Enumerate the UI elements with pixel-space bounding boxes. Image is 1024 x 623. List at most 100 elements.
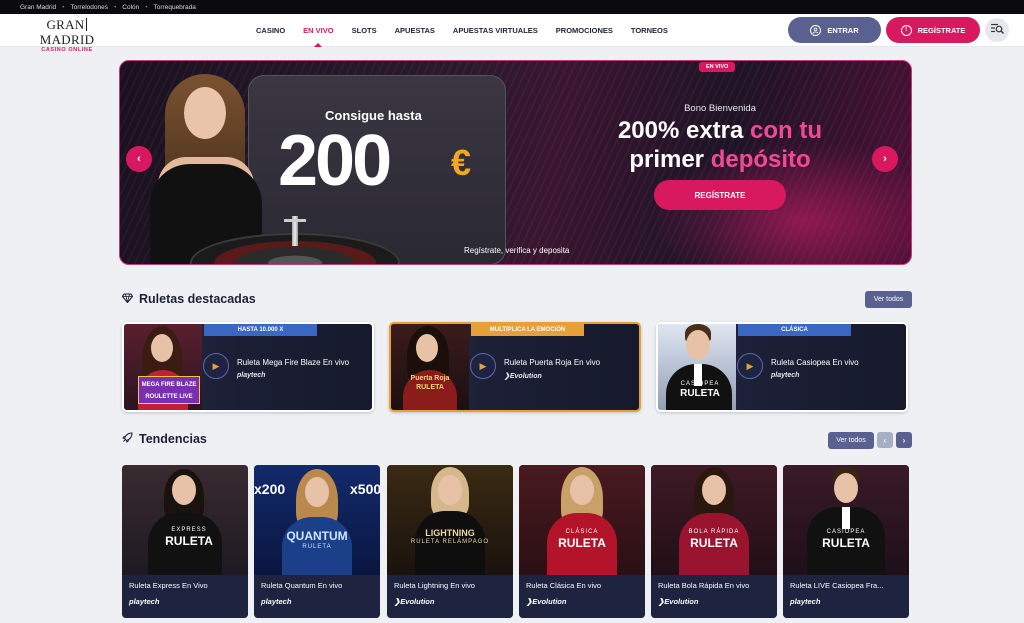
game-thumbnail: EXPRESS RULETA [122,465,248,575]
featured-game-name: Ruleta Puerta Roja En vivo [504,358,601,367]
chevron-left-icon: ‹ [883,435,887,445]
live-badge: EN VIVO [699,62,736,72]
trends-next-button[interactable]: › [896,432,912,448]
hero-next-button[interactable]: › [872,146,898,172]
nav-torneos[interactable]: TORNEOS [622,14,677,47]
quantum-ruleta-logo: QUANTUM RULETA [286,529,348,550]
nav-en-vivo[interactable]: EN VIVO [294,14,342,47]
featured-tag: HASTA 10.000 X [204,324,317,336]
hero-amount: 200 [278,121,392,201]
featured-card-casiopea[interactable]: CASIOPEA RULETA CLÁSICA ▶ Ruleta Casiopea… [656,322,908,412]
game-thumbnail: x200 x500 QUANTUM RULETA [254,465,380,575]
game-thumbnail: LIGHTNING RULETA RELÁMPAGO [387,465,513,575]
featured-card-puerta-roja[interactable]: Puerta Roja RULETA MULTIPLICA LA EMOCIÓN… [389,322,641,412]
nav-apuestas[interactable]: APUESTAS [386,14,444,47]
hero-banner[interactable]: Consigue hasta 200 € EN VIVO Bono Bienve… [119,60,912,265]
site-header: GRANMADRID CASINO ONLINE CASINO EN VIVO … [0,14,1024,53]
chevron-right-icon: › [883,153,887,165]
nav-slots[interactable]: SLOTS [343,14,386,47]
search-list-icon [990,21,1004,39]
rocket-icon [122,432,133,446]
clasica-ruleta-logo: CLÁSICA RULETA [558,529,606,550]
express-ruleta-logo: EXPRESS RULETA [165,527,213,548]
chevron-left-icon: ‹ [137,153,141,165]
hero-bono-label: Bono Bienvenida [684,103,756,114]
brand-logo[interactable]: GRANMADRID CASINO ONLINE [21,17,113,54]
hero-register-button[interactable]: REGÍSTRATE [654,180,786,210]
brand-name-right: MADRID [39,32,95,47]
provider-logo-playtech: playtech [129,597,160,606]
nav-apuestas-virtuales[interactable]: APUESTAS VIRTUALES [444,14,547,47]
trends-prev-button[interactable]: ‹ [877,432,893,448]
game-thumbnail: MEGA FIRE BLAZE ROULETTE LIVE [124,324,202,410]
casiopea-ruleta-logo: CASIOPEA RULETA [822,529,870,550]
trends-section-title: Tendencias [122,432,207,446]
provider-logo-playtech: playtech [261,597,292,606]
hero-currency: € [451,142,472,183]
hero-offer-line2: primer depósito [629,146,811,173]
featured-section-title: Ruletas destacadas [121,292,256,306]
featured-game-name: Ruleta Mega Fire Blaze En vivo [237,358,350,367]
main-nav: CASINO EN VIVO SLOTS APUESTAS APUESTAS V… [247,14,677,47]
trends-see-all-button[interactable]: Ver todos [828,432,874,449]
trend-game-name: Ruleta Bola Rápida En vivo [658,581,750,590]
register-button[interactable]: ! REGÍSTRATE [886,17,980,43]
brand-name-left: GRAN [46,17,85,32]
trend-card-ruleta-quantum[interactable]: x200 x500 QUANTUM RULETA Ruleta Quantum E… [254,465,380,618]
chevron-right-icon: › [902,435,906,445]
casino-locations-bar: Gran Madrid • Torrelodones • Colón • Torreq… [0,0,1024,14]
nav-casino[interactable]: CASINO [247,14,294,47]
search-button[interactable] [985,18,1009,42]
trend-card-ruleta-lightning[interactable]: LIGHTNING RULETA RELÁMPAGO Ruleta Lightni… [387,465,513,618]
play-icon[interactable]: ▶ [203,353,229,379]
featured-see-all-button[interactable]: Ver todos [865,291,912,308]
login-label: ENTRAR [827,25,859,35]
game-thumbnail: Puerta Roja RULETA [391,324,469,410]
trend-game-name: Ruleta Clásica En vivo [526,581,602,590]
game-thumbnail: CASIOPEA RULETA [783,465,909,575]
mega-fire-blaze-logo: MEGA FIRE BLAZE ROULETTE LIVE [138,376,200,404]
location-link-gran-madrid[interactable]: Gran Madrid [20,4,56,11]
provider-logo-evolution: ❯Evolution [394,597,435,606]
play-icon[interactable]: ▶ [470,353,496,379]
featured-game-name: Ruleta Casiopea En vivo [771,358,859,367]
featured-tag: MULTIPLICA LA EMOCIÓN [471,324,584,336]
provider-logo-evolution: ❯Evolution [526,597,567,606]
game-thumbnail: BOLA RÁPIDA RULETA [651,465,777,575]
casiopea-ruleta-logo: CASIOPEA RULETA [680,381,720,399]
provider-logo-evolution: ❯Evolution [658,597,699,606]
game-thumbnail: CASIOPEA RULETA [658,324,736,410]
trend-card-ruleta-clasica[interactable]: CLÁSICA RULETA Ruleta Clásica En vivo ❯Evo… [519,465,645,618]
login-button[interactable]: ENTRAR [788,17,881,43]
play-icon[interactable]: ▶ [737,353,763,379]
brand-tagline: CASINO ONLINE [41,47,93,53]
trend-card-ruleta-bola-rapida[interactable]: BOLA RÁPIDA RULETA Ruleta Bola Rápida En … [651,465,777,618]
trend-card-ruleta-express[interactable]: EXPRESS RULETA Ruleta Express En Vivo play… [122,465,248,618]
location-link-colon[interactable]: Colón [122,4,139,11]
diamond-icon [121,292,134,306]
provider-logo-evolution: ❯Evolution [504,373,542,380]
provider-logo-playtech: playtech [237,372,266,379]
register-label: REGÍSTRATE [917,25,966,35]
hero-prev-button[interactable]: ‹ [126,146,152,172]
nav-promociones[interactable]: PROMOCIONES [547,14,622,47]
game-thumbnail: CLÁSICA RULETA [519,465,645,575]
hero-footnote: Regístrate, verifica y deposita [464,246,570,255]
hero-offer-line1: 200% extra con tu [617,117,823,144]
info-icon: ! [900,24,912,36]
lightning-ruleta-logo: LIGHTNING RULETA RELÁMPAGO [410,528,490,546]
user-icon [810,24,822,36]
puerta-roja-logo: Puerta Roja RULETA [410,375,450,391]
bola-rapida-ruleta-logo: BOLA RÁPIDA RULETA [688,529,740,550]
location-link-torrequebrada[interactable]: Torrequebrada [154,4,196,11]
trend-game-name: Ruleta LIVE Casiopea Fra... [790,581,884,590]
trend-card-ruleta-casiopea[interactable]: CASIOPEA RULETA Ruleta LIVE Casiopea Fra.… [783,465,909,618]
provider-logo-playtech: playtech [790,597,821,606]
trend-game-name: Ruleta Express En Vivo [129,581,208,590]
trend-game-name: Ruleta Quantum En vivo [261,581,343,590]
featured-tag: CLÁSICA [738,324,851,336]
trend-game-name: Ruleta Lightning En vivo [394,581,475,590]
featured-card-mega-fire-blaze[interactable]: MEGA FIRE BLAZE ROULETTE LIVE HASTA 10.0… [122,322,374,412]
provider-logo-playtech: playtech [771,372,800,379]
location-link-torrelodones[interactable]: Torrelodones [70,4,108,11]
